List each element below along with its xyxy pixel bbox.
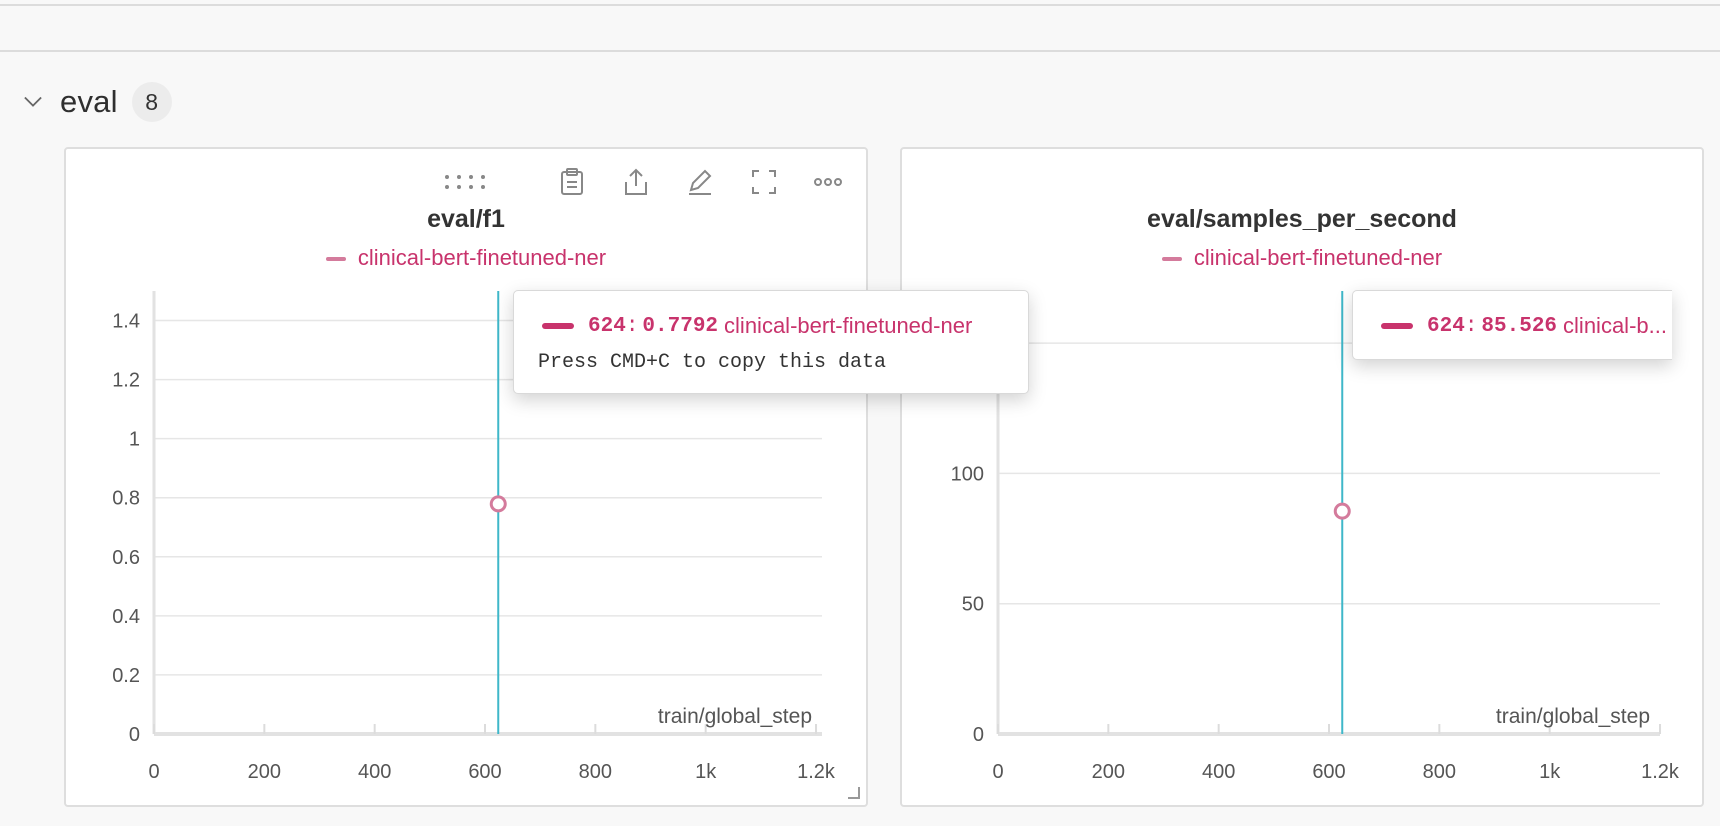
x-tick-label: 400 [358, 761, 391, 783]
x-axis-label: train/global_step [1496, 705, 1650, 728]
tooltip-value: 0.7792 [642, 314, 719, 338]
x-tick-label: 800 [1423, 761, 1456, 783]
chart-panel-eval-f1[interactable]: eval/f1 clinical-bert-finetuned-ner 0 0.2… [64, 147, 868, 807]
section-header[interactable]: eval 8 [24, 82, 172, 122]
y-tick-label: 0 [973, 724, 984, 746]
x-tick-label: 800 [579, 761, 612, 783]
x-tick-label: 600 [468, 761, 501, 783]
y-tick-label: 50 [962, 594, 984, 616]
tooltip-run-name: clinical-bert-finetuned-ner [724, 313, 973, 338]
section-title: eval [60, 84, 118, 119]
y-tick-label: 1.4 [112, 311, 140, 333]
chevron-down-icon[interactable] [24, 93, 42, 111]
tooltip-swatch [1381, 323, 1413, 329]
tooltip-step: 624 [588, 314, 626, 338]
x-tick-label: 1.2k [797, 761, 836, 783]
tooltip-run-name: clinical-b... [1563, 313, 1667, 338]
chart-panel-eval-samples-per-second[interactable]: eval/samples_per_second clinical-bert-fi… [900, 147, 1704, 807]
tooltip-swatch [542, 323, 574, 329]
tooltip-step: 624 [1427, 314, 1465, 338]
data-tooltip: 624 : 85.526 clinical-b... [1352, 290, 1672, 360]
x-axis-label: train/global_step [658, 705, 812, 728]
y-tick-label: 0.4 [112, 606, 140, 628]
y-tick-label: 0.2 [112, 665, 140, 687]
x-tick-label: 0 [148, 761, 159, 783]
chart-plot-area[interactable]: 0 0.2 0.4 0.6 0.8 1 1.2 1.4 0 200 400 600 800 1k 1.2k t… [66, 149, 866, 805]
data-point [1333, 502, 1351, 520]
data-tooltip: 624 : 0.7792 clinical-bert-finetuned-ner… [513, 290, 1029, 394]
x-tick-label: 400 [1202, 761, 1235, 783]
y-tick-label: 100 [951, 463, 984, 485]
y-tick-label: 0.8 [112, 488, 140, 510]
top-bar [0, 0, 1720, 52]
x-tick-label: 200 [1092, 761, 1125, 783]
y-tick-label: 0 [129, 724, 140, 746]
x-tick-label: 600 [1312, 761, 1345, 783]
y-tick-label: 0.6 [112, 547, 140, 569]
data-point [489, 495, 507, 513]
y-tick-label: 1.2 [112, 370, 140, 392]
x-tick-label: 1k [695, 761, 717, 783]
tooltip-value: 85.526 [1481, 314, 1558, 338]
x-tick-label: 1.2k [1641, 761, 1680, 783]
tooltip-copy-hint: Press CMD+C to copy this data [538, 351, 887, 374]
x-tick-label: 1k [1539, 761, 1561, 783]
x-tick-label: 200 [248, 761, 281, 783]
panel-count-badge: 8 [131, 82, 172, 122]
x-tick-label: 0 [992, 761, 1003, 783]
y-tick-label: 1 [129, 429, 140, 451]
resize-handle[interactable] [848, 787, 860, 799]
chart-plot-area[interactable]: 0 50 100 0 200 400 600 800 1k 1.2k train/global_st… [902, 149, 1702, 805]
top-divider [0, 0, 1720, 6]
